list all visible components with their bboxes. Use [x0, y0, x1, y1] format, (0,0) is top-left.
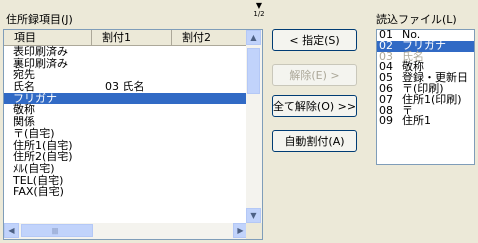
- list-header: 項目 割付1 割付2: [4, 30, 248, 46]
- sort-order-icon[interactable]: ▼ 1/2: [251, 1, 267, 19]
- column-header-assign1[interactable]: 割付1: [92, 30, 172, 45]
- column-header-item[interactable]: 項目: [4, 30, 92, 45]
- grip-icon: |||: [52, 228, 59, 235]
- column-header-assign2[interactable]: 割付2: [172, 30, 248, 45]
- scroll-down-button[interactable]: ▼: [246, 208, 261, 223]
- list-item-name: 表印刷済み: [13, 45, 68, 58]
- list-rows: 表印刷済み 裏印刷済み 宛先 氏名 03 氏名 フリガナ 敬称 関係 〒(自宅) 住所1(自宅) 住…: [4, 46, 248, 198]
- list-item[interactable]: ﾒﾙ(自宅): [4, 163, 248, 175]
- list-item[interactable]: 氏名 03 氏名: [4, 81, 248, 93]
- release-all-button[interactable]: 全て解除(O) >>: [272, 95, 357, 117]
- scroll-left-button[interactable]: ◀: [4, 223, 19, 238]
- list-item-assign1: 03 氏名: [105, 80, 145, 94]
- list-item-name: ﾒﾙ(自宅): [13, 161, 55, 175]
- read-file-rows: 01 No. 02 フリガナ 03 氏名 04 敬称 05 登録・更新日 06 〒(印刷) 07 住所1(…: [377, 29, 474, 128]
- read-file-item[interactable]: 09 住所1: [377, 114, 474, 128]
- read-file-item-text: 住所1: [402, 114, 431, 128]
- vertical-scroll-thumb[interactable]: [247, 48, 260, 94]
- sort-icon-text: 1/2: [253, 10, 265, 18]
- list-item[interactable]: 〒(自宅): [4, 128, 248, 140]
- address-items-list[interactable]: 項目 割付1 割付2 表印刷済み 裏印刷済み 宛先 氏名 03 氏名 フリガナ 敬称 関係 〒(…: [3, 29, 263, 240]
- list-item[interactable]: 裏印刷済み: [4, 57, 248, 70]
- release-button[interactable]: 解除(E) >: [272, 64, 357, 86]
- list-item[interactable]: フリガナ: [4, 93, 248, 105]
- scroll-corner: [246, 223, 262, 239]
- list-item-name: 氏名: [13, 80, 35, 94]
- horizontal-scroll-thumb[interactable]: |||: [21, 224, 93, 237]
- list-item[interactable]: 敬称: [4, 104, 248, 116]
- list-item-name: 〒(自宅): [13, 126, 55, 140]
- horizontal-scrollbar[interactable]: ◀ ||| ▶: [4, 223, 248, 239]
- auto-assign-button[interactable]: 自動割付(A): [272, 130, 357, 152]
- list-item[interactable]: 表印刷済み: [4, 46, 248, 58]
- list-item-name: FAX(自宅): [13, 185, 64, 199]
- sort-arrow-icon: ▼: [255, 1, 263, 10]
- vertical-scrollbar[interactable]: ▲ ▼: [246, 30, 262, 223]
- read-file-list[interactable]: 01 No. 02 フリガナ 03 氏名 04 敬称 05 登録・更新日 06 〒(印刷) 07 住所1(…: [376, 29, 475, 165]
- read-file-label: 読込ファイル(L): [376, 13, 457, 26]
- scroll-up-button[interactable]: ▲: [246, 30, 261, 45]
- address-items-label: 住所録項目(J): [6, 13, 73, 26]
- list-item[interactable]: FAX(自宅): [4, 186, 248, 198]
- read-file-item-number: 09: [379, 114, 393, 128]
- assign-button[interactable]: < 指定(S): [272, 29, 357, 51]
